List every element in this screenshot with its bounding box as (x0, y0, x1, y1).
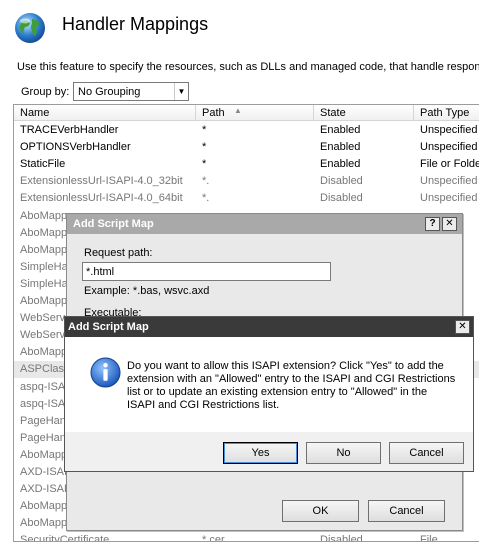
cell-state: Enabled (320, 158, 361, 171)
cell-path: *.cer (202, 534, 225, 542)
cell-path: * (202, 124, 207, 136)
cell-pathtype: Unspecified (420, 141, 478, 154)
request-path-value: *.html (86, 266, 115, 278)
table-row[interactable]: ExtensionlessUrl-ISAPI-4.0_32bit *. Disabl… (14, 173, 479, 190)
dialog-titlebar[interactable]: Add Script Map ? ✕ (67, 214, 462, 234)
cell-name: StaticFile (20, 158, 66, 171)
yes-button[interactable]: Yes (223, 442, 298, 464)
cell-name: ExtensionlessUrl-ISAPI-4.0_64bit (20, 192, 183, 205)
help-button[interactable]: ? (425, 217, 440, 231)
column-header-path-label: Path (202, 107, 225, 119)
table-row[interactable]: ExtensionlessUrl-ISAPI-4.0_64bit *. Disabl… (14, 190, 479, 207)
request-path-example: Example: *.bas, wsvc.axd (84, 285, 210, 297)
page-description: Use this feature to specify the resource… (17, 61, 479, 73)
cell-name: TRACEVerbHandler (20, 124, 119, 136)
close-button[interactable]: ✕ (442, 217, 457, 231)
cell-pathtype: Unspecified (420, 124, 478, 136)
cancel-button[interactable]: Cancel (368, 500, 445, 522)
cell-state: Enabled (320, 141, 361, 154)
info-icon (90, 357, 121, 388)
cell-state: Disabled (320, 175, 363, 188)
cell-path: *. (202, 175, 210, 188)
no-button[interactable]: No (306, 442, 381, 464)
cell-pathtype: Unspecified (420, 175, 478, 188)
request-path-label: Request path: (84, 247, 153, 259)
table-row[interactable]: TRACEVerbHandler * Enabled Unspecified (14, 122, 479, 139)
page-title: Handler Mappings (62, 14, 209, 34)
ok-button[interactable]: OK (282, 500, 359, 522)
cell-pathtype: Unspecified (420, 192, 478, 205)
cell-pathtype: File (420, 534, 438, 542)
chevron-down-icon[interactable]: ▼ (174, 83, 188, 100)
groupby-select[interactable]: No Grouping ▼ (73, 82, 189, 101)
groupby-value: No Grouping (78, 86, 141, 98)
dialog-title: Add Script Map (73, 218, 154, 230)
column-header-pathtype[interactable]: Path Type (414, 105, 479, 121)
cell-state: Enabled (320, 124, 361, 136)
table-row[interactable]: SecurityCertificate *.cer Disabled File (14, 532, 479, 542)
cell-name: ExtensionlessUrl-ISAPI-4.0_32bit (20, 175, 183, 188)
table-row[interactable]: StaticFile * Enabled File or Folde (14, 156, 479, 173)
page-header: Handler Mappings (0, 0, 479, 58)
column-header-path[interactable]: Path ▲ (196, 105, 314, 121)
cell-state: Disabled (320, 192, 363, 205)
cell-path: * (202, 141, 207, 154)
request-path-input[interactable]: *.html (82, 262, 331, 281)
confirm-close-button[interactable]: ✕ (455, 320, 470, 334)
confirm-dialog-titlebar[interactable]: Add Script Map ✕ (65, 317, 473, 337)
confirm-dialog-title: Add Script Map (68, 321, 149, 333)
cell-name: SecurityCertificate (20, 534, 110, 542)
groupby-label: Group by: (21, 86, 70, 98)
confirm-message: Do you want to allow this ISAPI extensio… (127, 360, 456, 411)
cell-path: * (202, 158, 207, 171)
list-header: Name Path ▲ State Path Type (14, 105, 479, 121)
column-header-name[interactable]: Name (14, 105, 196, 121)
cell-name: OPTIONSVerbHandler (20, 141, 131, 154)
column-header-state[interactable]: State (314, 105, 414, 121)
sort-ascending-icon: ▲ (234, 106, 242, 115)
cell-path: *. (202, 192, 210, 205)
cell-state: Disabled (320, 534, 363, 542)
cell-pathtype: File or Folde (420, 158, 479, 171)
confirm-cancel-button[interactable]: Cancel (389, 442, 464, 464)
table-row[interactable]: OPTIONSVerbHandler * Enabled Unspecified (14, 139, 479, 156)
groupby-toolbar: Group by: No Grouping ▼ (13, 80, 479, 104)
globe-icon (15, 13, 45, 43)
